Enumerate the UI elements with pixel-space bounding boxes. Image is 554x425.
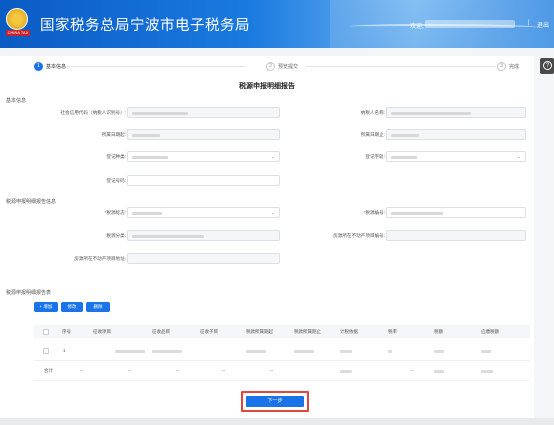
question-icon: ?: [543, 61, 552, 70]
col-header: 计税依据: [340, 329, 358, 334]
taxpayer-name-label: 纳税人名称:: [360, 110, 385, 115]
source-no-label: *税源编号:: [363, 210, 385, 215]
header-separator: |: [528, 20, 530, 26]
cell-redacted: [388, 350, 392, 353]
delete-row-button[interactable]: 删除: [86, 302, 110, 312]
cell-redacted: [481, 350, 491, 353]
col-header: 征收项目: [93, 329, 111, 334]
cert-no-input[interactable]: [127, 175, 280, 186]
cell-redacted: [152, 350, 182, 353]
source-mark-select[interactable]: ⌄: [127, 207, 280, 218]
tax-emblem-logo: CHINA TAX: [6, 8, 30, 36]
taxpayer-name-field: [386, 107, 526, 118]
cert-type-label: 登记种类:: [106, 154, 126, 159]
col-header: 税率: [388, 329, 397, 334]
row-divider: [34, 360, 530, 361]
step-number: 2: [266, 62, 275, 71]
cell-redacted: [481, 370, 493, 373]
logo-ribbon: CHINA TAX: [6, 30, 30, 36]
col-header: 征收品目: [152, 329, 170, 334]
total-label: 合计: [44, 368, 53, 373]
credit-code-label: 社会信用代码（纳税人识别号）:: [60, 110, 126, 115]
total-cell: --: [410, 368, 413, 373]
col-header: 税额: [434, 329, 443, 334]
total-cell: --: [222, 368, 225, 373]
property-project-no-field: [386, 230, 526, 241]
cell-redacted: [340, 350, 352, 353]
property-project-no-label: 房源所在不动产项目编号:: [333, 233, 385, 238]
cell-redacted: [340, 370, 352, 373]
col-header: 征收子目: [200, 329, 218, 334]
next-step-button[interactable]: 下一步: [246, 396, 304, 407]
step-complete: 3 完成: [497, 62, 519, 71]
cert-no-label: 登记号码:: [106, 178, 126, 183]
row-divider: [34, 380, 530, 381]
col-header: 税款所属期起: [246, 329, 273, 334]
step-label: 预览提交: [278, 64, 299, 70]
select-all-checkbox[interactable]: [43, 329, 49, 335]
source-no-input[interactable]: [386, 207, 526, 218]
property-address-field: [127, 253, 280, 264]
section-title-detail: 税源申报明细报告信息: [6, 199, 57, 205]
source-mark-label: *税源标志:: [104, 210, 126, 215]
page-title: 税源申报明细报告: [239, 83, 295, 90]
cert-type-select[interactable]: ⌄: [127, 151, 280, 162]
row-index: 1: [63, 348, 66, 353]
next-button-highlight: 下一步: [241, 391, 309, 412]
end-date-label: 所属日期止:: [360, 132, 385, 137]
logout-link[interactable]: 退出: [537, 20, 549, 29]
end-date-field: [386, 129, 526, 140]
property-address-label: 房源所在不动产项目地址:: [74, 256, 126, 261]
help-button[interactable]: ?: [540, 58, 554, 74]
chevron-down-icon: ⌄: [270, 210, 275, 216]
cell-redacted: [246, 350, 266, 353]
step-number: 1: [34, 62, 43, 71]
start-date-label: 所属日期起:: [101, 132, 126, 137]
section-title-basic: 基本信息: [6, 98, 27, 104]
col-header: 税款所属期止: [294, 329, 321, 334]
credit-code-field: [127, 107, 280, 118]
step-label: 完成: [509, 64, 520, 70]
add-row-button[interactable]: + 增加: [34, 302, 58, 312]
step-label: 基本信息: [46, 64, 67, 70]
edit-row-button[interactable]: 修改: [61, 302, 83, 312]
chevron-down-icon: ⌄: [516, 154, 521, 160]
emblem-icon: [6, 8, 28, 30]
step-connector: [306, 66, 496, 67]
total-cell: --: [128, 368, 131, 373]
cell-redacted: [294, 350, 314, 353]
start-date-field: [127, 129, 280, 140]
row-checkbox[interactable]: [43, 348, 49, 354]
col-header: 序号: [62, 329, 71, 334]
user-name-redacted: [425, 20, 515, 28]
step-connector: [55, 66, 245, 67]
total-cell: --: [80, 368, 83, 373]
chevron-down-icon: ⌄: [270, 154, 275, 160]
total-cell: --: [270, 368, 273, 373]
cert-kind-label: 登记字轨:: [365, 154, 385, 159]
step-preview-submit: 2 预览提交: [266, 62, 298, 71]
source-type-field: [127, 230, 280, 241]
site-header: CHINA TAX 国家税务总局宁波市电子税务局 欢迎, | 退出: [0, 0, 554, 48]
col-header: 应缴税额: [481, 329, 499, 334]
source-type-label: 税源分类:: [106, 233, 126, 238]
section-title-table: 税源申报明细报告表: [6, 290, 52, 296]
step-basic-info: 1 基本信息: [34, 62, 66, 71]
cell-redacted: [434, 350, 444, 353]
total-cell: --: [176, 368, 179, 373]
cert-kind-select[interactable]: ⌄: [386, 151, 526, 162]
cell-redacted: [434, 370, 444, 373]
welcome-text: 欢迎,: [410, 24, 424, 30]
cell-redacted: [115, 350, 145, 353]
site-title: 国家税务总局宁波市电子税务局: [40, 18, 250, 34]
bottom-bar: [0, 418, 554, 425]
step-number: 3: [497, 62, 506, 71]
